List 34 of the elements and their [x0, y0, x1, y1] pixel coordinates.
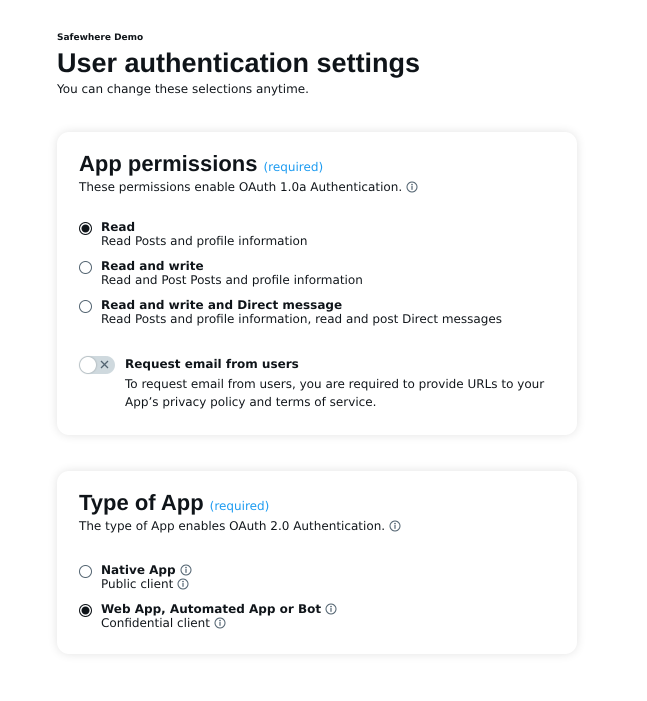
radio-button[interactable]	[79, 604, 92, 617]
info-icon[interactable]	[177, 578, 190, 590]
section-description: These permissions enable OAuth 1.0a Authentication.	[79, 180, 402, 194]
option-description: Public client	[101, 577, 174, 591]
x-icon	[100, 360, 109, 369]
info-icon[interactable]	[406, 181, 418, 193]
radio-button[interactable]	[79, 565, 92, 578]
option-description: Read and Post Posts and profile information	[101, 273, 363, 287]
page-subtitle: You can change these selections anytime.	[57, 82, 310, 96]
required-label: (required)	[210, 499, 270, 513]
radio-button[interactable]	[79, 300, 92, 313]
radio-button[interactable]	[79, 222, 92, 235]
option-label: Read and write and Direct message	[101, 298, 342, 312]
radio-button[interactable]	[79, 261, 92, 274]
info-icon[interactable]	[180, 564, 192, 576]
app-name: Safewhere Demo	[57, 33, 144, 43]
section-title: App permissions	[79, 150, 258, 178]
toggle-description: To request email from users, you are required to provide URLs to your App’s privacy policy and terms of service.	[125, 376, 546, 411]
section-description: The type of App enables OAuth 2.0 Authentication.	[79, 519, 386, 533]
option-label: Native App	[101, 563, 176, 577]
option-description: Confidential client	[101, 616, 210, 630]
option-label: Read	[101, 220, 136, 234]
section-title: Type of App	[79, 489, 204, 517]
page-title: User authentication settings	[57, 47, 422, 79]
toggle-switch[interactable]	[79, 356, 115, 374]
option-description: Read Posts and profile information, read and post Direct messages	[101, 312, 502, 326]
info-icon[interactable]	[325, 603, 338, 615]
option-description: Read Posts and profile information	[101, 234, 308, 248]
option-label: Web App, Automated App or Bot	[101, 602, 322, 616]
info-icon[interactable]	[214, 617, 226, 629]
required-label: (required)	[263, 160, 324, 174]
toggle-label: Request email from users	[125, 356, 300, 372]
info-icon[interactable]	[389, 520, 402, 532]
option-label: Read and write	[101, 259, 204, 273]
